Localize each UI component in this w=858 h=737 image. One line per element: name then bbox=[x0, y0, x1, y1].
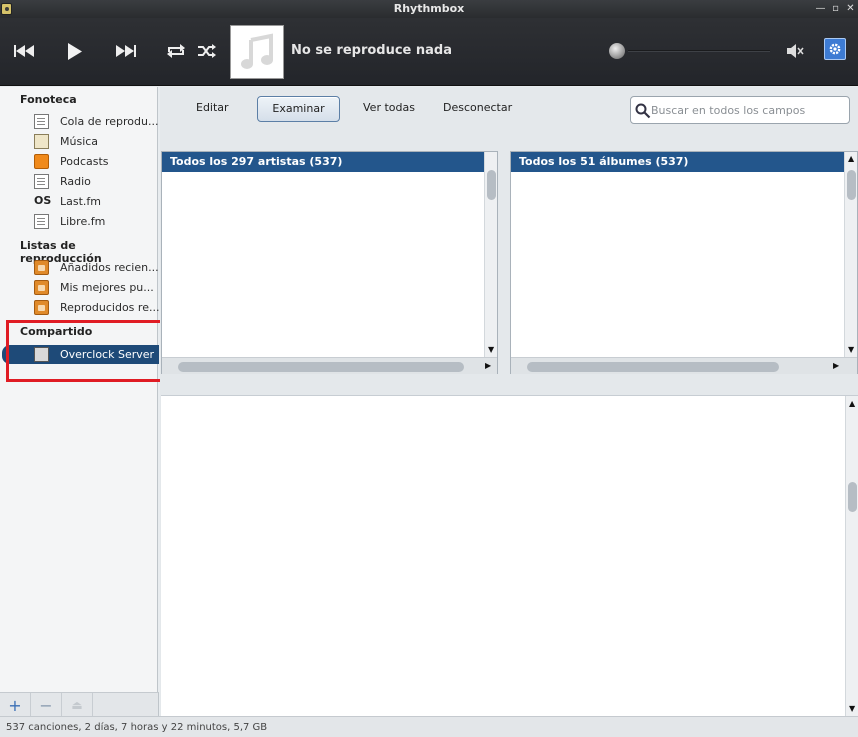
sidebar-item-label: Reproducidos re... bbox=[60, 301, 160, 314]
close-icon[interactable]: ✕ bbox=[845, 3, 856, 14]
status-bar: 537 canciones, 2 días, 7 horas y 22 minu… bbox=[0, 716, 858, 737]
album-browser-header[interactable]: Todos los 51 álbumes (537) bbox=[511, 152, 857, 172]
maximize-icon[interactable]: ▫ bbox=[830, 3, 841, 14]
artist-vertical-scrollbar[interactable]: ▼ bbox=[484, 152, 497, 358]
queue-icon bbox=[34, 114, 49, 129]
rhythmbox-window: Rhythmbox — ▫ ✕ No se reproduce nada Fon… bbox=[0, 0, 858, 737]
song-list-scrollbar[interactable]: ▲ ▼ bbox=[845, 396, 858, 717]
artist-browser[interactable]: Todos los 297 artistas (537) ▼ ▶ bbox=[161, 151, 498, 374]
seek-slider-knob[interactable] bbox=[609, 43, 625, 59]
scrollbar-thumb[interactable] bbox=[847, 170, 856, 200]
edit-button[interactable]: Editar bbox=[184, 96, 241, 122]
sidebar-item-label: Mis mejores pu... bbox=[60, 281, 154, 294]
eject-icon[interactable]: ⏏ bbox=[62, 693, 93, 717]
status-text: 537 canciones, 2 días, 7 horas y 22 minu… bbox=[6, 722, 268, 733]
sidebar-actions: + − ⏏ bbox=[0, 692, 159, 717]
sidebar-item-label: Podcasts bbox=[60, 155, 109, 168]
sidebar-item-label: Radio bbox=[60, 175, 91, 188]
library-header: Fonoteca bbox=[20, 93, 77, 106]
sidebar-item-lastfm[interactable]: OS Last.fm bbox=[0, 192, 158, 212]
shuffle-icon[interactable] bbox=[195, 40, 219, 62]
sidebar-item-queue[interactable]: Cola de reprodu... bbox=[0, 112, 158, 132]
next-icon[interactable] bbox=[112, 40, 138, 62]
now-playing-label: No se reproduce nada bbox=[291, 43, 453, 58]
sidebar: Fonoteca Cola de reprodu... Música Podca… bbox=[0, 87, 160, 692]
disconnect-button[interactable]: Desconectar bbox=[431, 96, 524, 122]
artist-browser-header[interactable]: Todos los 297 artistas (537) bbox=[162, 152, 497, 172]
scroll-up-icon[interactable]: ▲ bbox=[848, 154, 854, 163]
seek-slider-track[interactable] bbox=[628, 50, 770, 52]
search-field[interactable]: Buscar en todos los campos bbox=[630, 96, 850, 124]
sidebar-item-librefm[interactable]: Libre.fm bbox=[0, 212, 158, 232]
scroll-up-icon[interactable]: ▲ bbox=[849, 399, 855, 408]
scrollbar-thumb[interactable] bbox=[848, 482, 857, 512]
librefm-icon bbox=[34, 214, 49, 229]
sidebar-item-label: Last.fm bbox=[60, 195, 101, 208]
sidebar-item-podcasts[interactable]: Podcasts bbox=[0, 152, 158, 172]
gear-icon[interactable] bbox=[824, 38, 846, 60]
sidebar-item-label: Libre.fm bbox=[60, 215, 106, 228]
scroll-right-icon[interactable]: ▶ bbox=[833, 361, 839, 370]
player-toolbar: No se reproduce nada bbox=[0, 18, 858, 86]
scrollbar-thumb[interactable] bbox=[178, 362, 464, 372]
sidebar-item-label: Cola de reprodu... bbox=[60, 115, 159, 128]
scroll-down-icon[interactable]: ▼ bbox=[848, 345, 854, 354]
album-browser[interactable]: Todos los 51 álbumes (537) ▲ ▼ ▶ bbox=[510, 151, 858, 374]
album-vertical-scrollbar[interactable]: ▲ ▼ bbox=[844, 152, 857, 358]
show-all-button[interactable]: Ver todas bbox=[351, 96, 427, 122]
search-placeholder: Buscar en todos los campos bbox=[651, 104, 806, 117]
annotation-highlight-box bbox=[6, 320, 167, 382]
song-list[interactable]: ▲ ▼ bbox=[161, 395, 858, 717]
radio-icon bbox=[34, 174, 49, 189]
scroll-right-icon[interactable]: ▶ bbox=[485, 361, 491, 370]
smart-playlist-icon bbox=[34, 280, 49, 295]
rss-icon bbox=[34, 154, 49, 169]
scroll-down-icon[interactable]: ▼ bbox=[488, 345, 494, 354]
smart-playlist-icon bbox=[34, 300, 49, 315]
browse-button[interactable]: Examinar bbox=[257, 96, 340, 122]
window-title: Rhythmbox bbox=[393, 2, 465, 15]
minimize-icon[interactable]: — bbox=[815, 3, 826, 14]
previous-icon[interactable] bbox=[12, 40, 38, 62]
sidebar-item-label: Música bbox=[60, 135, 99, 148]
music-icon bbox=[34, 134, 49, 149]
smart-playlist-icon bbox=[34, 260, 49, 275]
music-note-icon bbox=[241, 33, 273, 69]
album-art bbox=[230, 25, 284, 79]
sidebar-item-radio[interactable]: Radio bbox=[0, 172, 158, 192]
search-icon bbox=[635, 103, 651, 119]
album-horizontal-scrollbar[interactable]: ▶ bbox=[511, 357, 857, 374]
sidebar-item-top-rated[interactable]: Mis mejores pu... bbox=[0, 278, 158, 298]
volume-mute-icon[interactable] bbox=[784, 41, 806, 61]
title-bar: Rhythmbox — ▫ ✕ bbox=[0, 0, 858, 18]
scrollbar-thumb[interactable] bbox=[487, 170, 496, 200]
sidebar-item-label: Añadidos recien... bbox=[60, 261, 159, 274]
scroll-down-icon[interactable]: ▼ bbox=[849, 704, 855, 713]
main-pane: Editar Examinar Ver todas Desconectar Bu… bbox=[160, 87, 858, 717]
remove-icon[interactable]: − bbox=[31, 693, 62, 717]
scrollbar-thumb[interactable] bbox=[527, 362, 779, 372]
artist-horizontal-scrollbar[interactable]: ▶ bbox=[162, 357, 497, 374]
play-icon[interactable] bbox=[64, 40, 86, 62]
sidebar-item-music[interactable]: Música bbox=[0, 132, 158, 152]
sidebar-item-recently-added[interactable]: Añadidos recien... bbox=[0, 258, 159, 278]
lastfm-icon: OS bbox=[34, 194, 52, 207]
repeat-icon[interactable] bbox=[164, 40, 188, 62]
add-icon[interactable]: + bbox=[0, 693, 31, 717]
sidebar-item-recently-played[interactable]: Reproducidos re... bbox=[0, 298, 160, 318]
